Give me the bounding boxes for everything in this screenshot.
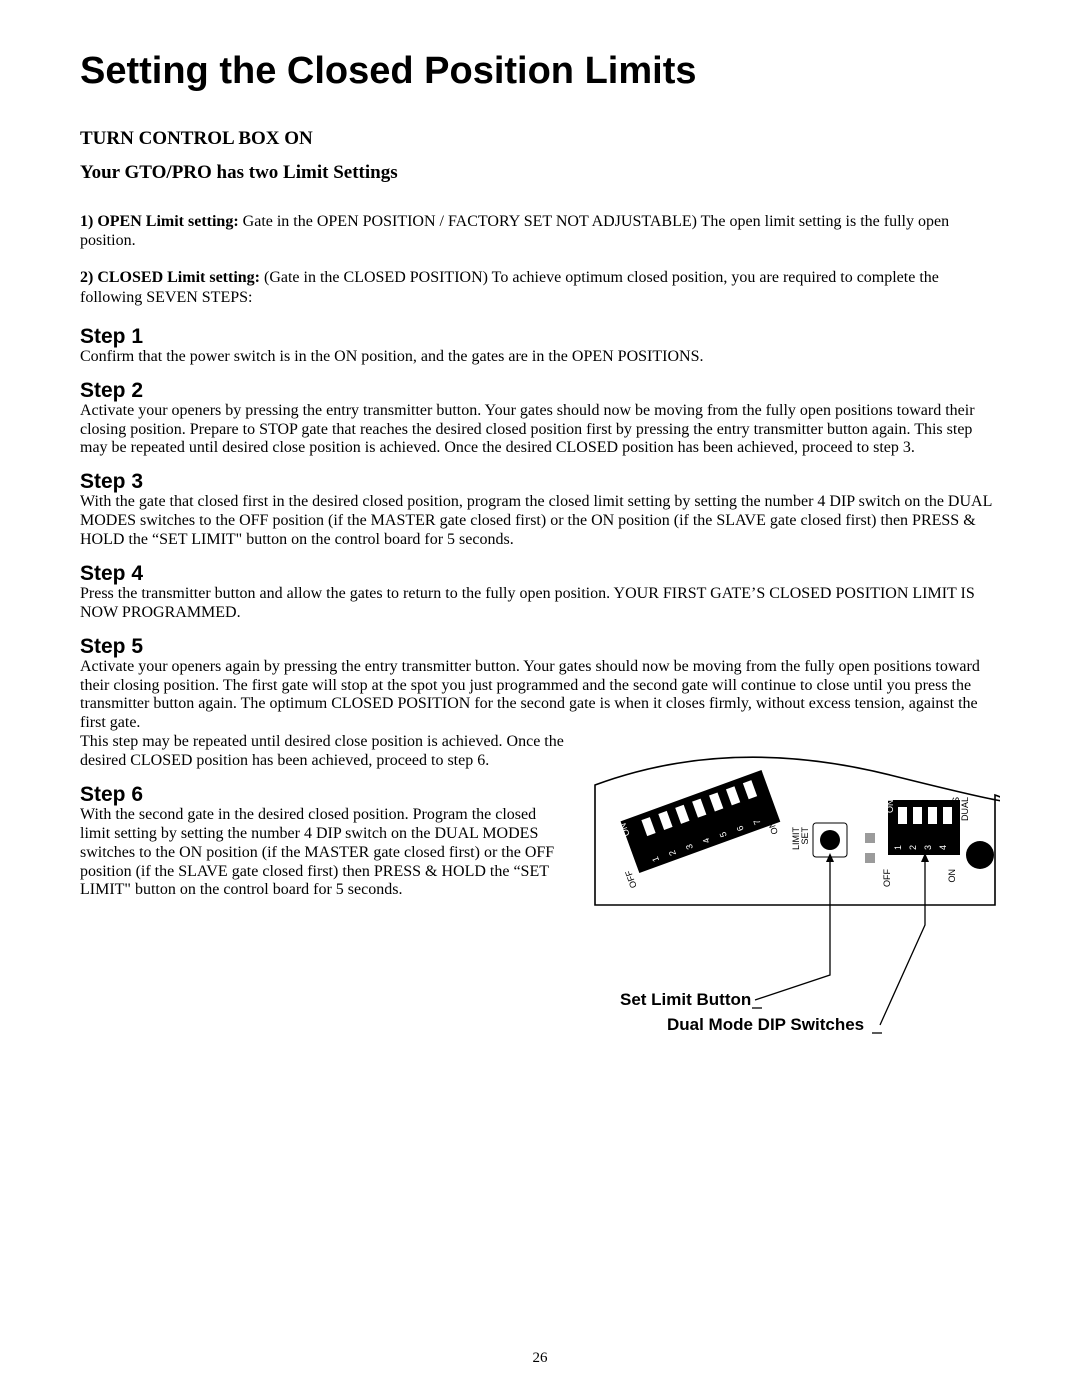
page-title: Setting the Closed Position Limits <box>80 50 1000 93</box>
right-dip-4: 4 <box>938 845 948 850</box>
step-6-heading: Step 6 <box>80 783 570 807</box>
subheading-turn-on: TURN CONTROL BOX ON <box>80 128 1000 150</box>
step-1-heading: Step 1 <box>80 325 1000 349</box>
step-3-body: With the gate that closed first in the d… <box>80 493 1000 550</box>
step-2-body: Activate your openers by pressing the en… <box>80 402 1000 459</box>
right-dip-3: 3 <box>923 845 933 850</box>
set-limit-label-2: LIMIT <box>791 827 801 851</box>
dual-modes-label-2: MODES <box>951 797 961 830</box>
step-6-body: With the second gate in the desired clos… <box>80 806 570 900</box>
step-5-heading: Step 5 <box>80 635 1000 659</box>
right-dip-on-label: ON <box>885 800 895 814</box>
right-dip-1: 1 <box>893 845 903 850</box>
control-board-diagram: ON 1 2 3 4 5 6 7 OFF ON SET LIMIT <box>590 745 1000 1060</box>
open-limit-paragraph: 1) OPEN Limit setting: Gate in the OPEN … <box>80 212 1000 250</box>
open-limit-lead: 1) OPEN Limit setting: <box>80 213 243 230</box>
page-number: 26 <box>0 1350 1080 1367</box>
knob-icon <box>966 841 994 869</box>
set-limit-label-1: SET <box>800 827 810 845</box>
step-5-body-a: Activate your openers again by pressing … <box>80 658 1000 734</box>
right-dip-on-label-2: ON <box>947 869 957 883</box>
callout-dual-mode: Dual Mode DIP Switches <box>667 1015 864 1034</box>
step-2-heading: Step 2 <box>80 379 1000 403</box>
right-dip-off-label: OFF <box>882 869 892 887</box>
step-5-body-b: This step may be repeated until desired … <box>80 733 570 771</box>
callout-set-limit: Set Limit Button <box>620 990 751 1009</box>
set-limit-button-icon <box>820 830 840 850</box>
dual-modes-label-1: DUAL <box>960 797 970 821</box>
subheading-limit-settings: Your GTO/PRO has two Limit Settings <box>80 162 1000 184</box>
step-4-heading: Step 4 <box>80 562 1000 586</box>
closed-limit-paragraph: 2) CLOSED Limit setting: (Gate in the CL… <box>80 268 1000 306</box>
step-3-heading: Step 3 <box>80 470 1000 494</box>
right-dip-2: 2 <box>908 845 918 850</box>
step-4-body: Press the transmitter button and allow t… <box>80 585 1000 623</box>
closed-limit-lead: 2) CLOSED Limit setting: <box>80 269 264 286</box>
step-1-body: Confirm that the power switch is in the … <box>80 348 1000 367</box>
